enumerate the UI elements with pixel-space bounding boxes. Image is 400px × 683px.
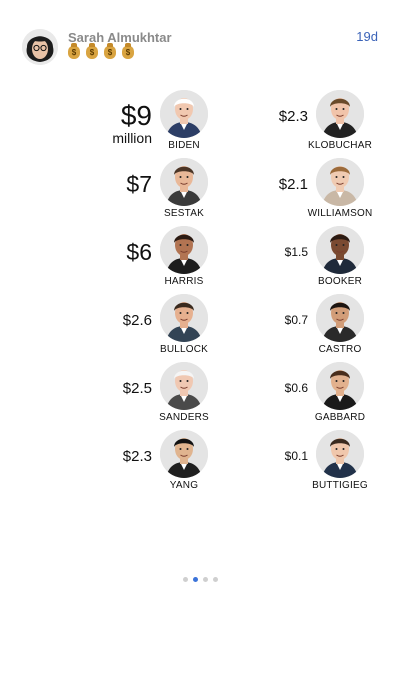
author-name[interactable]: Sarah Almukhtar xyxy=(68,30,172,45)
candidate-amount: $0.7 xyxy=(284,313,308,327)
candidate-amount: $2.3 xyxy=(278,108,308,125)
author-avatar[interactable] xyxy=(22,29,58,65)
candidate-name: KLOBUCHAR xyxy=(307,140,373,151)
candidate-portrait xyxy=(316,90,364,138)
candidate-portrait xyxy=(316,430,364,478)
candidate-amount: $2.5 xyxy=(122,380,152,397)
candidate-portrait xyxy=(160,430,208,478)
candidate-card-williamson[interactable]: $2.1 WILLIAMSON xyxy=(208,158,400,226)
candidate-name: BUTTIGIEG xyxy=(312,480,368,491)
money-bag-icon: $ xyxy=(122,43,134,59)
candidate-portrait xyxy=(160,158,208,206)
candidate-amount: $2.3 xyxy=(122,448,152,465)
candidate-amount: $1.5 xyxy=(284,245,308,259)
candidate-portrait xyxy=(316,362,364,410)
pager-dot[interactable] xyxy=(182,577,188,582)
candidate-amount: $9 xyxy=(120,100,152,131)
author-avatar-icon xyxy=(22,29,58,65)
money-bag-icon: $ xyxy=(104,43,116,59)
candidate-amount: $7 xyxy=(126,171,152,197)
candidate-amount: $6 xyxy=(126,239,152,265)
candidate-name: CASTRO xyxy=(318,344,362,355)
money-bag-icon: $ xyxy=(86,43,98,59)
candidate-card-buttigieg[interactable]: $0.1 BUTTIGIEG xyxy=(208,430,400,498)
candidate-amount: $0.6 xyxy=(284,381,308,395)
candidate-amount: $2.6 xyxy=(122,312,152,329)
candidate-portrait xyxy=(160,362,208,410)
reaction-badges: $ $ $ $ xyxy=(68,43,134,59)
post-timestamp[interactable]: 19d xyxy=(356,29,378,44)
candidate-portrait xyxy=(316,294,364,342)
candidate-portrait xyxy=(160,90,208,138)
candidate-card-klobuchar[interactable]: $2.3 KLOBUCHAR xyxy=(208,90,400,158)
candidate-portrait xyxy=(316,158,364,206)
candidate-portrait xyxy=(316,226,364,274)
pager-dot[interactable] xyxy=(212,577,218,582)
pager-dot[interactable] xyxy=(202,577,208,582)
candidate-amount: $2.1 xyxy=(278,176,308,193)
candidate-card-castro[interactable]: $0.7 CASTRO xyxy=(208,294,400,362)
candidate-name: GABBARD xyxy=(314,412,366,423)
candidate-card-booker[interactable]: $1.5 BOOKER xyxy=(208,226,400,294)
candidate-portrait xyxy=(160,226,208,274)
candidate-card-gabbard[interactable]: $0.6 GABBARD xyxy=(208,362,400,430)
candidate-name: BOOKER xyxy=(318,276,362,287)
carousel-pager xyxy=(0,577,400,582)
pager-dot[interactable] xyxy=(192,577,198,582)
candidate-portrait xyxy=(160,294,208,342)
money-bag-icon: $ xyxy=(68,43,80,59)
post-header: Sarah Almukhtar $ $ $ $ 19d xyxy=(0,0,400,80)
candidate-name: WILLIAMSON xyxy=(307,208,373,219)
candidate-amount: $0.1 xyxy=(284,449,308,463)
